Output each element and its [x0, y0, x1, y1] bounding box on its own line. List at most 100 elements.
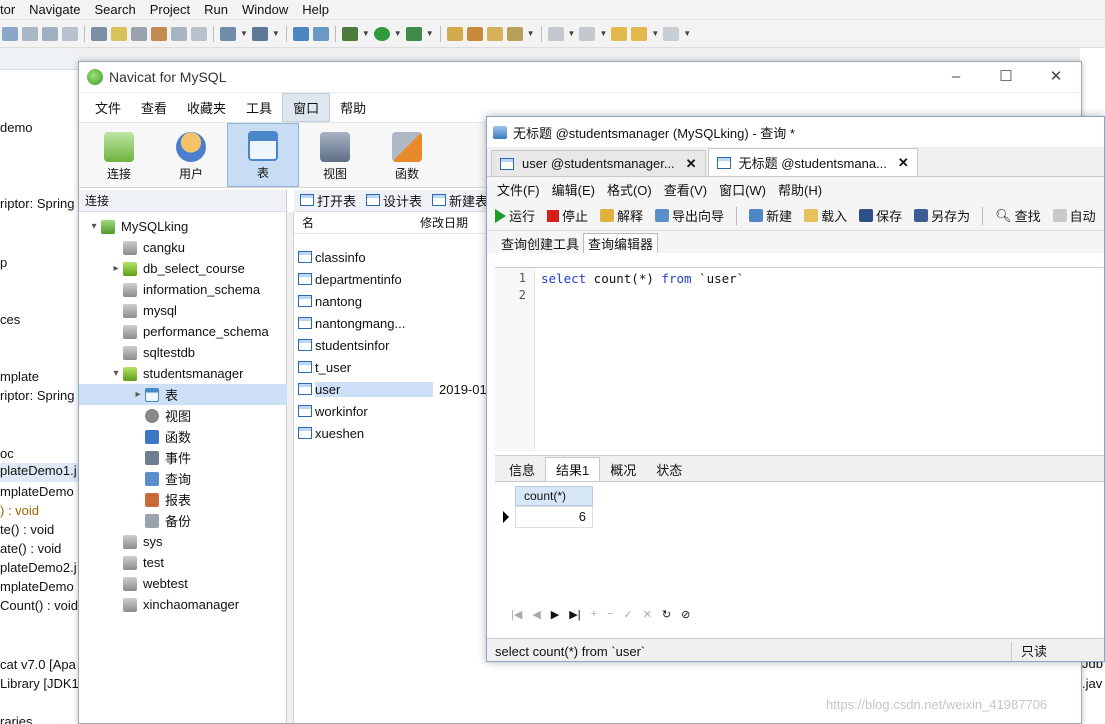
- explorer-item[interactable]: mplate: [0, 369, 39, 384]
- explorer-item[interactable]: ces: [0, 312, 20, 327]
- debug-icon[interactable]: [341, 26, 358, 41]
- chevron-right-icon[interactable]: ▸: [131, 389, 145, 400]
- stop-button[interactable]: 停止: [547, 206, 588, 225]
- tree-item[interactable]: 报表: [79, 489, 287, 510]
- eclipse-tool-icon[interactable]: [466, 26, 483, 41]
- tab-result1[interactable]: 结果1: [545, 457, 601, 481]
- tree-item[interactable]: information_schema: [79, 279, 287, 300]
- dropdown-arrow-icon[interactable]: ▼: [426, 29, 434, 38]
- table-button[interactable]: 表: [227, 123, 299, 187]
- run-icon[interactable]: [373, 26, 390, 41]
- explorer-item[interactable]: mplateDemo: [0, 484, 74, 499]
- eclipse-menu-project[interactable]: Project: [150, 2, 190, 17]
- chevron-down-icon[interactable]: ▾: [109, 368, 123, 379]
- eclipse-tool-icon[interactable]: [111, 26, 127, 41]
- back-icon[interactable]: [611, 26, 628, 41]
- discard-icon[interactable]: ✕: [643, 608, 652, 621]
- eclipse-tool-icon[interactable]: [579, 26, 596, 41]
- new-button[interactable]: 新建: [749, 206, 792, 225]
- tree-item[interactable]: 事件: [79, 447, 287, 468]
- tab-query[interactable]: 无标题 @studentsmana... ✕: [707, 148, 918, 176]
- minimize-icon[interactable]: –: [931, 62, 981, 92]
- eclipse-tool-icon[interactable]: [251, 26, 268, 41]
- auto-button[interactable]: 自动: [1052, 206, 1096, 225]
- next-icon[interactable]: [663, 26, 680, 41]
- explorer-item[interactable]: ate() : void: [0, 541, 61, 556]
- q-menu-window[interactable]: 窗口(W): [713, 180, 772, 199]
- tree-item[interactable]: mysql: [79, 300, 287, 321]
- open-table-button[interactable]: 打开表: [300, 191, 356, 210]
- tree-item[interactable]: performance_schema: [79, 321, 287, 342]
- close-icon[interactable]: ✕: [1031, 62, 1081, 92]
- explorer-item[interactable]: riptor: Spring: [0, 388, 74, 403]
- explorer-item[interactable]: mplateDemo: [0, 579, 74, 594]
- load-button[interactable]: 载入: [804, 206, 847, 225]
- eclipse-menu-navigate[interactable]: Navigate: [29, 2, 80, 17]
- tree-item[interactable]: test: [79, 552, 287, 573]
- menu-help[interactable]: 帮助: [330, 94, 376, 121]
- dropdown-arrow-icon[interactable]: ▼: [272, 29, 280, 38]
- menu-window[interactable]: 窗口: [282, 93, 331, 122]
- tab-status[interactable]: 状态: [646, 457, 692, 481]
- menu-file[interactable]: 文件: [85, 94, 131, 121]
- menu-favorites[interactable]: 收藏夹: [177, 94, 236, 121]
- tree-item[interactable]: ▾ studentsmanager: [79, 363, 287, 384]
- eclipse-tool-icon[interactable]: [171, 26, 187, 41]
- tab-profile[interactable]: 概况: [600, 457, 646, 481]
- tab-query-builder[interactable]: 查询创建工具: [497, 233, 583, 253]
- q-menu-help[interactable]: 帮助(H): [772, 180, 828, 199]
- eclipse-tool-icon[interactable]: [91, 26, 107, 41]
- q-menu-view[interactable]: 查看(V): [658, 180, 713, 199]
- explorer-item[interactable]: cat v7.0 [Apa: [0, 657, 76, 672]
- find-button[interactable]: 🔍︎ 查找: [995, 206, 1041, 225]
- eclipse-tool-icon[interactable]: [446, 26, 463, 41]
- menu-view[interactable]: 查看: [131, 94, 177, 121]
- dropdown-arrow-icon[interactable]: ▼: [240, 29, 248, 38]
- eclipse-menu-editor[interactable]: tor: [0, 2, 15, 17]
- chevron-right-icon[interactable]: ▸: [109, 263, 123, 274]
- chevron-down-icon[interactable]: ▾: [87, 221, 101, 232]
- q-menu-file[interactable]: 文件(F): [491, 180, 546, 199]
- explorer-item[interactable]: riptor: Spring: [0, 196, 74, 211]
- dropdown-arrow-icon[interactable]: ▼: [527, 29, 535, 38]
- eclipse-tool-icon[interactable]: [220, 26, 236, 41]
- close-tab-icon[interactable]: ✕: [898, 155, 909, 171]
- explorer-item[interactable]: plateDemo2.j: [0, 560, 77, 575]
- eclipse-menu-run[interactable]: Run: [204, 2, 228, 17]
- tree-item[interactable]: 查询: [79, 468, 287, 489]
- eclipse-tool-icon[interactable]: [547, 26, 564, 41]
- dropdown-arrow-icon[interactable]: ▼: [362, 29, 370, 38]
- explorer-item[interactable]: p: [0, 255, 7, 270]
- column-modified-header[interactable]: 修改日期: [420, 214, 468, 231]
- eclipse-tool-icon[interactable]: [191, 26, 207, 41]
- explorer-item[interactable]: te() : void: [0, 522, 54, 537]
- external-tools-icon[interactable]: [405, 26, 422, 41]
- eclipse-tool-icon[interactable]: [2, 26, 18, 41]
- tree-item[interactable]: sys: [79, 531, 287, 552]
- function-button[interactable]: 函数: [371, 123, 443, 187]
- pane-splitter[interactable]: [287, 212, 294, 723]
- first-record-icon[interactable]: |◀: [511, 608, 522, 621]
- tree-item[interactable]: ▾ MySQLking: [79, 216, 287, 237]
- column-name-header[interactable]: 名: [294, 214, 420, 231]
- eclipse-menu-window[interactable]: Window: [242, 2, 288, 17]
- explorer-item[interactable]: raries: [0, 714, 33, 724]
- tree-item[interactable]: ▸ db_select_course: [79, 258, 287, 279]
- delete-record-icon[interactable]: −: [607, 608, 613, 621]
- explorer-item[interactable]: Count() : void: [0, 598, 78, 613]
- eclipse-tool-icon[interactable]: [312, 26, 329, 41]
- user-button[interactable]: 用户: [155, 123, 227, 187]
- eclipse-tool-icon[interactable]: [486, 26, 503, 41]
- eclipse-tool-icon[interactable]: [151, 26, 167, 41]
- explorer-item-selected[interactable]: plateDemo1.j: [0, 463, 78, 482]
- eclipse-menu-help[interactable]: Help: [302, 2, 329, 17]
- explorer-item[interactable]: oc: [0, 446, 14, 461]
- apply-icon[interactable]: ✓: [623, 608, 632, 621]
- eclipse-tool-icon[interactable]: [506, 26, 523, 41]
- explorer-item[interactable]: ) : void: [0, 503, 39, 518]
- tab-info[interactable]: 信息: [499, 457, 545, 481]
- eclipse-tool-icon[interactable]: [42, 26, 58, 41]
- q-menu-edit[interactable]: 编辑(E): [546, 180, 601, 199]
- eclipse-tool-icon[interactable]: [131, 26, 147, 41]
- tree-item[interactable]: xinchaomanager: [79, 594, 287, 615]
